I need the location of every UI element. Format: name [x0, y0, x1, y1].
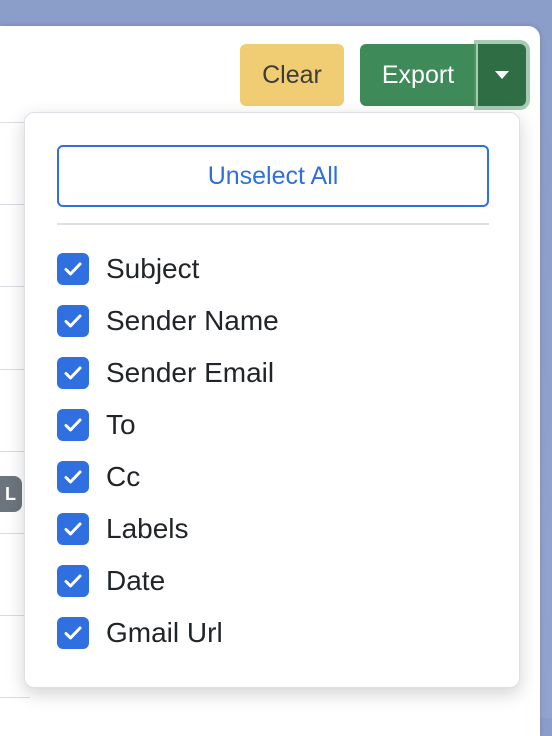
column-option-sender-email[interactable]: Sender Email	[57, 347, 279, 399]
option-label: Cc	[106, 461, 141, 492]
unselect-all-button[interactable]: Unselect All	[57, 145, 489, 207]
option-label: Sender Email	[106, 357, 275, 388]
checkbox-cc[interactable]	[57, 461, 89, 493]
export-dropdown-toggle[interactable]	[478, 44, 526, 106]
export-button-group: Export	[360, 44, 526, 106]
column-option-labels[interactable]: Labels	[57, 503, 279, 555]
checkbox-date[interactable]	[57, 565, 89, 597]
checkmark-icon	[64, 418, 82, 432]
column-option-list: Subject Sender Name Sender Email To Cc L…	[57, 243, 279, 659]
option-label: Sender Name	[106, 305, 279, 336]
checkmark-icon	[64, 522, 82, 536]
checkbox-subject[interactable]	[57, 253, 89, 285]
column-option-to[interactable]: To	[57, 399, 279, 451]
column-option-date[interactable]: Date	[57, 555, 279, 607]
column-option-gmail-url[interactable]: Gmail Url	[57, 607, 279, 659]
label-badge[interactable]: L	[0, 476, 22, 512]
checkmark-icon	[64, 574, 82, 588]
option-label: Gmail Url	[106, 617, 223, 648]
checkbox-labels[interactable]	[57, 513, 89, 545]
checkbox-gmail-url[interactable]	[57, 617, 89, 649]
checkbox-sender-name[interactable]	[57, 305, 89, 337]
dropdown-divider	[57, 223, 489, 225]
column-option-subject[interactable]: Subject	[57, 243, 279, 295]
checkmark-icon	[64, 366, 82, 380]
checkbox-sender-email[interactable]	[57, 357, 89, 389]
checkmark-icon	[64, 470, 82, 484]
export-button[interactable]: Export	[360, 44, 476, 106]
caret-down-icon	[495, 71, 509, 79]
checkmark-icon	[64, 262, 82, 276]
option-label: Subject	[106, 253, 200, 284]
checkmark-icon	[64, 626, 82, 640]
table-row-divider	[0, 697, 30, 698]
option-label: Labels	[106, 513, 189, 544]
option-label: Date	[106, 565, 166, 596]
checkmark-icon	[64, 314, 82, 328]
checkbox-to[interactable]	[57, 409, 89, 441]
export-columns-dropdown: Unselect All Subject Sender Name Sender …	[24, 112, 520, 688]
column-option-sender-name[interactable]: Sender Name	[57, 295, 279, 347]
column-option-cc[interactable]: Cc	[57, 451, 279, 503]
clear-button[interactable]: Clear	[240, 44, 344, 106]
option-label: To	[106, 409, 136, 440]
